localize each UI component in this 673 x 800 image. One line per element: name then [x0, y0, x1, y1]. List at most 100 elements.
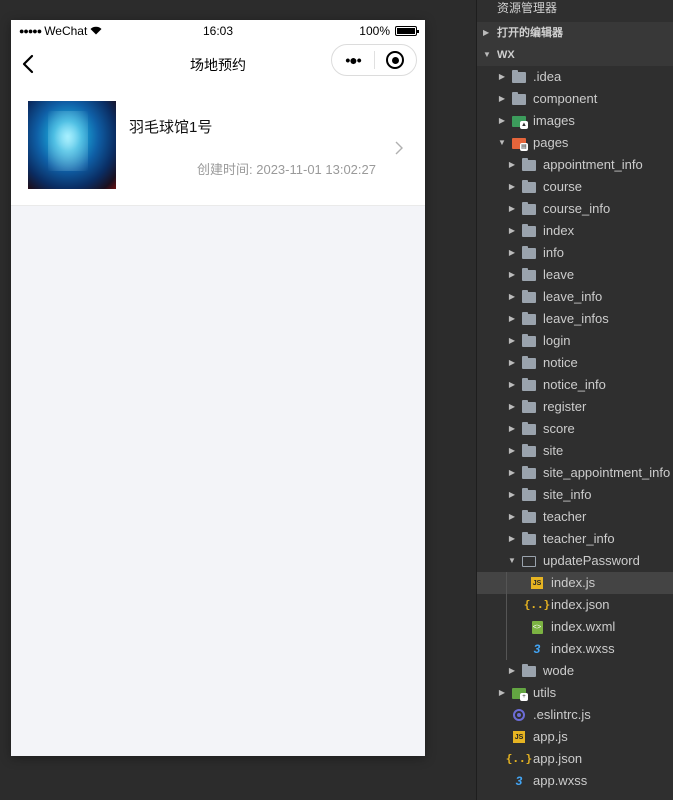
tree-item[interactable]: .eslintrc.js	[477, 704, 673, 726]
tree-item[interactable]: ▶ course_info	[477, 198, 673, 220]
tree-item-label: leave_infos	[543, 311, 609, 326]
chevron-right-icon: ▶	[508, 424, 516, 433]
folder-icon	[521, 510, 537, 524]
tree-item-label: course	[543, 179, 583, 194]
tree-item[interactable]: ▶ register	[477, 396, 673, 418]
file-explorer: 资源管理器 ▶ 打开的编辑器 ▼ WX ▶ .idea ▶ component ▶ ▲ image…	[476, 0, 673, 800]
tree-item-label: site_info	[543, 487, 592, 502]
tree-item-label: teacher	[543, 509, 587, 524]
folder-icon	[521, 356, 537, 370]
tree-item[interactable]: JS index.js	[477, 572, 673, 594]
chevron-right-icon: ▶	[498, 116, 506, 125]
folder-icon	[521, 290, 537, 304]
chevron-right-icon: ▶	[498, 688, 506, 697]
chevron-right-icon: ▶	[508, 160, 516, 169]
tree-item[interactable]: ▶ course	[477, 176, 673, 198]
close-miniprogram-button[interactable]	[375, 45, 416, 75]
chevron-right-icon: ▶	[508, 666, 516, 675]
folder-icon	[521, 224, 537, 238]
utils-folder-icon: +	[511, 686, 528, 701]
tree-item-label: login	[543, 333, 571, 348]
chevron-right-icon: ▶	[508, 446, 516, 455]
tree-item-label: .eslintrc.js	[533, 707, 591, 722]
tree-item-label: pages	[533, 135, 569, 150]
folder-icon	[511, 92, 527, 106]
tree-item[interactable]: ▶ score	[477, 418, 673, 440]
chevron-right-icon: ▶	[508, 314, 516, 323]
json-file-icon: {..}	[523, 598, 551, 611]
file-tree: ▶ .idea ▶ component ▶ ▲ images ▼ ▤ pages ▶ appointm…	[477, 66, 673, 792]
tree-item[interactable]: ▶ site_info	[477, 484, 673, 506]
section-label: 打开的编辑器	[497, 27, 563, 39]
indent-guide	[506, 572, 507, 594]
tree-item[interactable]: ▶ .idea	[477, 66, 673, 88]
chevron-right-icon: ▶	[508, 402, 516, 411]
tree-item[interactable]: ▼ ▤ pages	[477, 132, 673, 154]
section-header-0[interactable]: ▶ 打开的编辑器	[477, 22, 673, 44]
battery-icon	[395, 26, 419, 36]
tree-item-label: utils	[533, 685, 557, 700]
tree-item[interactable]: ▶ info	[477, 242, 673, 264]
venue-thumbnail	[28, 101, 116, 189]
tree-item[interactable]: ▶ wode	[477, 660, 673, 682]
more-icon: •●•	[345, 52, 361, 68]
tree-item[interactable]: ▶ teacher_info	[477, 528, 673, 550]
folder-icon	[521, 312, 537, 326]
chevron-right-icon: ▶	[508, 270, 516, 279]
folder-icon	[521, 400, 537, 414]
css-file-icon: 3	[515, 774, 523, 788]
tree-item[interactable]: 3 app.wxss	[477, 770, 673, 792]
tree-item-label: index.js	[551, 575, 596, 590]
tree-item[interactable]: ▶ index	[477, 220, 673, 242]
tree-item[interactable]: JS app.js	[477, 726, 673, 748]
tree-item-label: app.js	[533, 729, 568, 744]
folder-icon	[521, 334, 537, 348]
tree-item[interactable]: ▶ + utils	[477, 682, 673, 704]
chevron-right-icon: ▶	[508, 490, 516, 499]
folder-icon	[521, 202, 537, 216]
tree-item[interactable]: ▶ ▲ images	[477, 110, 673, 132]
tree-item-label: teacher_info	[543, 531, 615, 546]
tree-item[interactable]: ▶ leave	[477, 264, 673, 286]
section-header-1[interactable]: ▼ WX	[477, 44, 673, 66]
tree-item-label: index	[543, 223, 575, 238]
folder-icon	[521, 378, 537, 392]
battery-percent: 100%	[359, 24, 390, 38]
tree-item-label: site_appointment_info	[543, 465, 671, 480]
tree-item[interactable]: ▶ component	[477, 88, 673, 110]
folder-icon	[521, 180, 537, 194]
tree-item[interactable]: {..} app.json	[477, 748, 673, 770]
chevron-right-icon: ▶	[508, 512, 516, 521]
tree-item[interactable]: ▶ leave_infos	[477, 308, 673, 330]
tree-item-label: app.wxss	[533, 773, 588, 788]
pages-folder-icon: ▤	[511, 136, 528, 151]
tree-item[interactable]: ▼ updatePassword	[477, 550, 673, 572]
section-label: WX	[497, 49, 515, 61]
indent-guide	[506, 594, 507, 616]
close-circle-icon	[386, 51, 405, 69]
tree-item[interactable]: ▶ site_appointment_info	[477, 462, 673, 484]
tree-item[interactable]: {..} index.json	[477, 594, 673, 616]
tree-item[interactable]: ▶ login	[477, 330, 673, 352]
tree-item-label: component	[533, 91, 598, 106]
chevron-right-icon: ▶	[483, 28, 490, 37]
status-bar: ●●●●● WeChat 16:03 100%	[11, 20, 425, 42]
tree-item[interactable]: ▶ teacher	[477, 506, 673, 528]
tree-item-label: notice	[543, 355, 578, 370]
venue-list-item[interactable]: 羽毛球馆1号 创建时间: 2023-11-01 13:02:27	[11, 86, 425, 206]
tree-item[interactable]: ▶ appointment_info	[477, 154, 673, 176]
indent-guide	[506, 638, 507, 660]
tree-item[interactable]: <> index.wxml	[477, 616, 673, 638]
tree-item[interactable]: ▶ notice	[477, 352, 673, 374]
tree-item-label: .idea	[533, 69, 562, 84]
tree-item[interactable]: 3 index.wxss	[477, 638, 673, 660]
tree-item[interactable]: ▶ leave_info	[477, 286, 673, 308]
tree-item-label: index.wxss	[551, 641, 615, 656]
chevron-down-icon: ▼	[498, 138, 506, 147]
tree-item[interactable]: ▶ site	[477, 440, 673, 462]
more-options-button[interactable]: •●•	[332, 45, 374, 75]
json-file-icon: {..}	[505, 752, 533, 765]
folder-open-icon	[521, 554, 537, 568]
chevron-right-icon: ▶	[508, 358, 516, 367]
tree-item[interactable]: ▶ notice_info	[477, 374, 673, 396]
